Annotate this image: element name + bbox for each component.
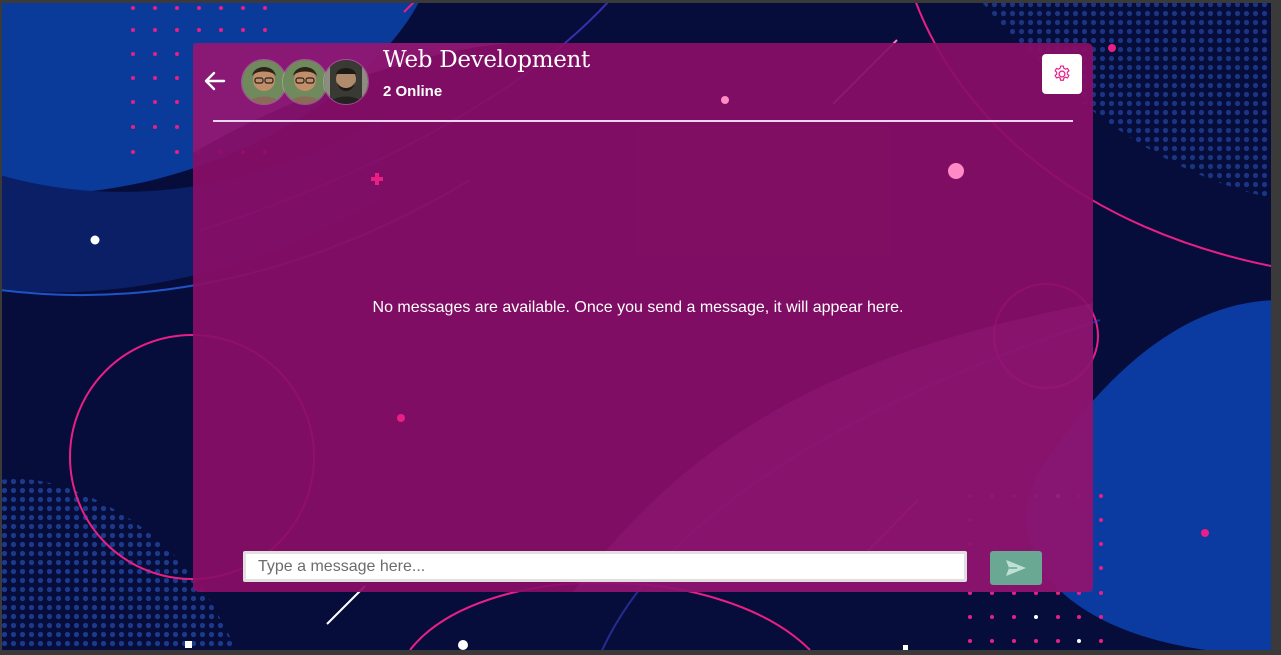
gear-icon [1054, 65, 1070, 81]
avatar [241, 59, 287, 105]
chat-panel: Web Development 2 Online No messages are… [193, 43, 1093, 592]
send-icon [1006, 560, 1026, 576]
back-button[interactable] [203, 69, 227, 93]
avatar [323, 59, 369, 105]
message-composer [242, 550, 1042, 586]
app-window: Web Development 2 Online No messages are… [0, 0, 1281, 655]
window-border-left [0, 0, 2, 655]
online-status: 2 Online [383, 83, 443, 100]
empty-messages-notice: No messages are available. Once you send… [372, 299, 904, 316]
message-input[interactable] [243, 551, 967, 582]
window-border-right [1271, 0, 1281, 655]
send-button[interactable] [990, 551, 1042, 585]
settings-button[interactable] [1042, 54, 1082, 94]
header-divider [213, 120, 1073, 122]
window-border-bottom [0, 650, 1281, 655]
arrow-left-icon [204, 71, 226, 91]
avatar [282, 59, 328, 105]
window-border-top [0, 0, 1281, 3]
chat-title: Web Development [383, 47, 590, 73]
card-decoration [193, 43, 1093, 592]
